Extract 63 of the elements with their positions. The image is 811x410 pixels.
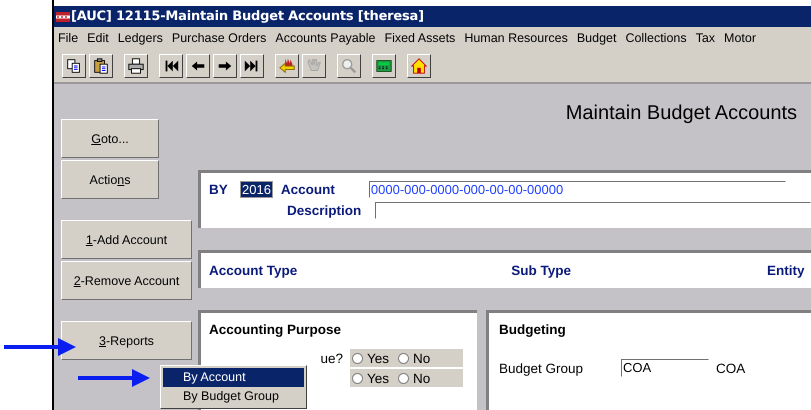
option-label: No — [413, 370, 430, 386]
radio-button[interactable] — [398, 352, 410, 364]
menu-item[interactable]: By Account — [163, 368, 304, 387]
calculator-button[interactable] — [372, 54, 396, 78]
menu-item[interactable]: Fixed Assets — [380, 31, 460, 45]
form-heading: Maintain Budget Accounts — [566, 102, 797, 125]
search-icon — [340, 56, 358, 74]
menu-item[interactable]: File — [54, 31, 83, 45]
copy-button[interactable] — [62, 54, 86, 78]
clipboard-button[interactable] — [89, 54, 113, 78]
option-label: Yes — [367, 350, 390, 366]
side-button[interactable]: Actions — [61, 160, 159, 199]
hand-arrow-button[interactable] — [275, 54, 299, 78]
menu-item[interactable]: Tax — [691, 31, 720, 45]
printer-button[interactable] — [124, 54, 148, 78]
panel-title: Accounting Purpose — [209, 322, 342, 337]
side-button[interactable]: 1-Add Account — [61, 220, 192, 259]
left-arrow-button[interactable] — [186, 54, 210, 78]
radio-button[interactable] — [352, 352, 363, 364]
arrow — [4, 336, 76, 358]
radio-button[interactable] — [352, 372, 363, 384]
app-icon — [56, 12, 70, 22]
printer-icon — [127, 56, 145, 74]
search-button[interactable] — [337, 54, 361, 78]
option-label: No — [413, 350, 430, 366]
budget-group-description: COA — [716, 360, 746, 376]
panel-title: Budgeting — [499, 322, 567, 337]
budget-group-field[interactable]: COA — [621, 359, 709, 377]
arrow — [78, 367, 150, 389]
menu-item[interactable]: Accounts Payable — [270, 31, 380, 45]
side-button[interactable]: 2-Remove Account — [61, 261, 192, 300]
side-button[interactable]: Goto... — [61, 119, 159, 158]
menu-item[interactable]: Motor — [720, 31, 760, 45]
field-label: Description — [287, 203, 362, 218]
year-field[interactable]: 2016 — [240, 181, 273, 198]
column-header: Account Type — [209, 263, 298, 278]
option-label: Yes — [367, 370, 390, 386]
window-title: [AUC] 12115-Maintain Budget Accounts [theresa] — [71, 9, 424, 24]
menu-item[interactable]: Budget — [572, 31, 621, 45]
column-header: Entity — [767, 263, 805, 278]
field-label: Account — [280, 182, 336, 197]
home-icon — [410, 56, 428, 74]
last-record-button[interactable] — [240, 54, 264, 78]
column-header: Sub Type — [511, 263, 572, 278]
first-record-button[interactable] — [159, 54, 183, 78]
hand-arrow-icon — [278, 56, 296, 74]
account-field[interactable]: 0000-000-0000-000-00-00-00000 — [368, 181, 786, 198]
field-label: Budget Group — [499, 360, 584, 376]
home-button[interactable] — [407, 54, 431, 78]
side-button[interactable]: 3-Reports — [61, 321, 192, 360]
description-field[interactable] — [375, 202, 811, 219]
field-label: ue? — [319, 350, 344, 366]
menu-item[interactable]: Purchase Orders — [167, 31, 271, 45]
field-label: BY — [209, 182, 229, 197]
menu-item[interactable]: Ledgers — [113, 31, 168, 45]
menu-item[interactable]: By Budget Group — [163, 387, 304, 406]
right-arrow-button[interactable] — [213, 54, 237, 78]
clipboard-icon — [92, 56, 110, 74]
menu-item[interactable]: Edit — [82, 31, 114, 45]
menu-item[interactable]: Collections — [620, 31, 692, 45]
copy-icon — [65, 56, 83, 74]
radio-button[interactable] — [398, 372, 410, 384]
menu-item[interactable]: Human Resources — [460, 31, 572, 45]
